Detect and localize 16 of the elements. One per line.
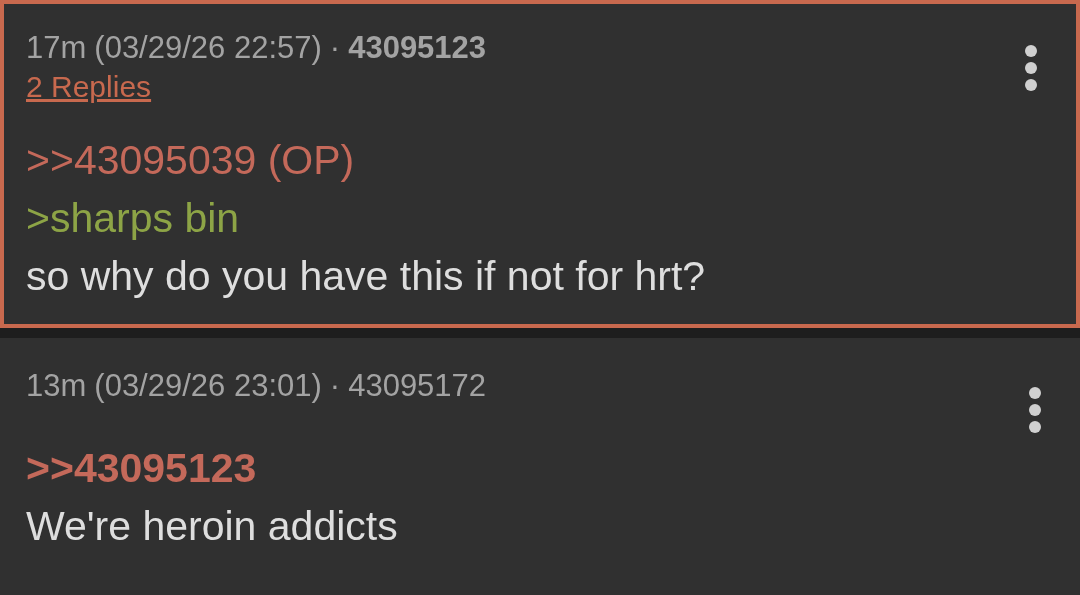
quote-link[interactable]: >>43095039 (OP) — [26, 134, 1054, 186]
quote-link[interactable]: >>43095123 — [26, 442, 1054, 494]
greentext-line: >sharps bin — [26, 194, 241, 243]
separator: · — [329, 368, 341, 404]
more-options-icon[interactable] — [1024, 44, 1038, 92]
post-age: 17m — [26, 30, 87, 66]
post-number: 43095172 — [348, 368, 487, 404]
post-date: (03/29/26 22:57) — [94, 30, 322, 66]
replies-link[interactable]: 2 Replies — [26, 70, 152, 104]
separator: · — [329, 30, 341, 66]
post-number: 43095123 — [348, 30, 487, 66]
more-options-icon[interactable] — [1028, 386, 1042, 434]
post-date: (03/29/26 23:01) — [94, 368, 322, 404]
post-text: We're heroin addicts — [26, 502, 399, 551]
post-age: 13m — [26, 368, 87, 404]
post-text: so why do you have this if not for hrt? — [26, 252, 707, 301]
